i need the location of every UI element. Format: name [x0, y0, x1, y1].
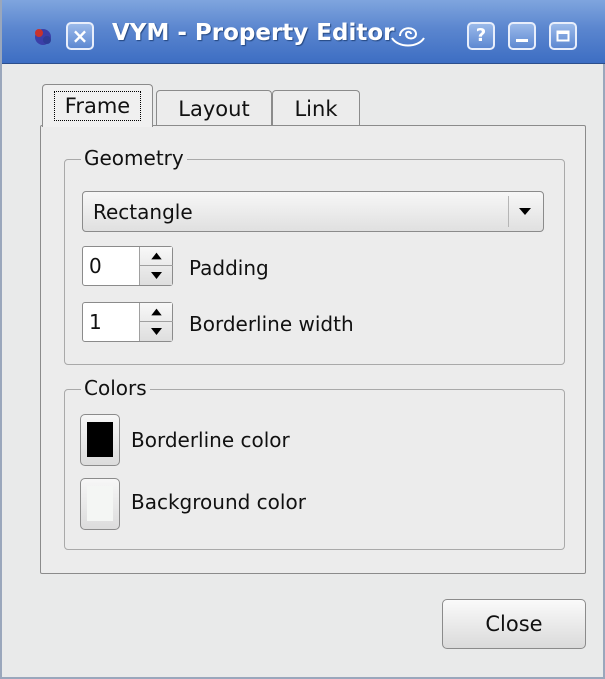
padding-value[interactable]: 0: [89, 254, 102, 278]
geometry-group-title: Geometry: [81, 146, 187, 170]
borderline-width-value[interactable]: 1: [89, 310, 102, 334]
colors-group: Colors: [64, 376, 565, 550]
tab-frame[interactable]: Frame: [42, 84, 153, 127]
colors-group-title: Colors: [81, 376, 150, 400]
tab-layout-label: Layout: [178, 96, 250, 121]
borderline-width-stepper: [139, 303, 173, 341]
minimize-icon: [516, 39, 528, 42]
borderline-width-spinbox[interactable]: 1: [82, 302, 173, 342]
spin-up-icon[interactable]: [140, 303, 173, 322]
tab-link-label: Link: [294, 96, 338, 121]
title-bar[interactable]: × VYM - Property Editor ?: [2, 0, 605, 64]
close-window-button[interactable]: ×: [66, 22, 94, 50]
help-button[interactable]: ?: [467, 22, 495, 50]
background-color-swatch: [87, 486, 113, 521]
app-icon[interactable]: [32, 25, 54, 47]
help-icon: ?: [475, 25, 487, 46]
window-title: VYM - Property Editor: [112, 20, 395, 46]
maximize-button[interactable]: [549, 22, 577, 50]
background-color-button[interactable]: [80, 478, 120, 530]
tab-link[interactable]: Link: [272, 90, 360, 126]
tab-layout[interactable]: Layout: [156, 90, 272, 126]
borderline-color-button[interactable]: [80, 414, 120, 466]
combo-separator: [508, 196, 509, 227]
padding-spinbox[interactable]: 0: [82, 246, 173, 286]
close-button[interactable]: Close: [442, 599, 586, 649]
background-color-label: Background color: [131, 490, 306, 514]
minimize-button[interactable]: [508, 22, 536, 50]
close-icon: ×: [71, 24, 89, 48]
padding-stepper: [139, 247, 173, 285]
padding-label: Padding: [189, 256, 269, 280]
spin-down-icon[interactable]: [140, 322, 173, 341]
borderline-color-swatch: [87, 422, 113, 457]
maximize-icon: [556, 30, 570, 42]
spin-up-icon[interactable]: [140, 247, 173, 266]
kde-swirl-icon: [391, 27, 425, 47]
frame-type-value: Rectangle: [93, 200, 193, 224]
chevron-down-icon[interactable]: [515, 199, 535, 223]
borderline-color-label: Borderline color: [131, 428, 290, 452]
spin-down-icon[interactable]: [140, 266, 173, 285]
tab-frame-label: Frame: [53, 91, 142, 121]
frame-type-select[interactable]: Rectangle: [82, 191, 544, 232]
borderline-width-label: Borderline width: [189, 312, 354, 336]
property-editor-window: × VYM - Property Editor ? Frame Layout L…: [0, 0, 605, 679]
